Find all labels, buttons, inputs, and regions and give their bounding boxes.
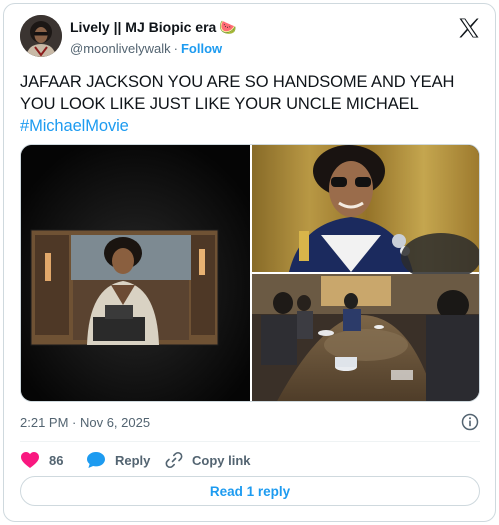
timestamp[interactable]: 2:21 PM · Nov 6, 2025 bbox=[20, 415, 150, 430]
reply-button[interactable]: Reply bbox=[86, 449, 150, 471]
avatar[interactable] bbox=[20, 15, 62, 57]
like-button[interactable]: 86 bbox=[20, 449, 63, 471]
read-replies-button[interactable]: Read 1 reply bbox=[20, 476, 480, 506]
like-count: 86 bbox=[49, 452, 64, 468]
divider bbox=[20, 441, 480, 442]
link-icon bbox=[165, 451, 183, 469]
tweet-card: Lively || MJ Biopic era 🍉 @moonlivelywalk… bbox=[3, 3, 496, 522]
photo-cinema-screen[interactable] bbox=[21, 145, 250, 402]
watermelon-emoji-icon: 🍉 bbox=[219, 19, 237, 35]
media-grid bbox=[20, 144, 480, 402]
heart-icon bbox=[21, 452, 39, 468]
author-handle[interactable]: @moonlivelywalk bbox=[70, 41, 171, 56]
follow-button[interactable]: Follow bbox=[181, 41, 222, 56]
author-name[interactable]: Lively || MJ Biopic era 🍉 bbox=[70, 19, 237, 36]
photo-sunglasses-closeup[interactable] bbox=[252, 145, 480, 281]
tweet-text: JAFAAR JACKSON YOU ARE SO HANDSOME AND Y… bbox=[20, 71, 480, 137]
info-icon[interactable] bbox=[461, 413, 479, 431]
copy-link-button[interactable]: Copy link bbox=[165, 449, 251, 471]
hashtag-link[interactable]: #MichaelMovie bbox=[20, 117, 129, 135]
tweet-body: JAFAAR JACKSON YOU ARE SO HANDSOME AND Y… bbox=[20, 73, 455, 113]
photo-boardroom-table[interactable] bbox=[252, 274, 480, 402]
x-logo-icon[interactable] bbox=[457, 16, 481, 40]
separator-dot: · bbox=[173, 41, 178, 56]
reply-bubble-icon bbox=[87, 452, 105, 468]
handle-row: @moonlivelywalk · Follow bbox=[70, 41, 222, 56]
author-display-name[interactable]: Lively || MJ Biopic era bbox=[70, 19, 216, 35]
reply-label: Reply bbox=[115, 452, 151, 468]
copy-link-label: Copy link bbox=[192, 452, 251, 468]
